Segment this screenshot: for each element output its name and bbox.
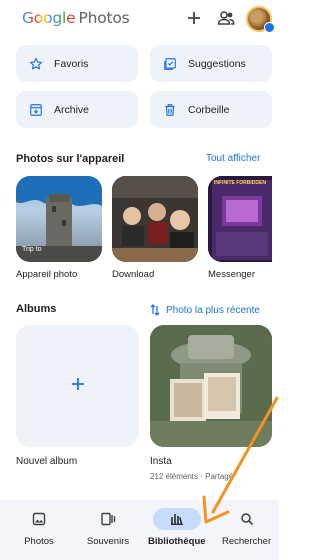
folder-camera-label: Appareil photo <box>16 269 78 280</box>
albums-title: Albums <box>16 303 57 315</box>
insta-album-cover-image <box>150 325 272 447</box>
memories-icon <box>84 508 132 530</box>
messenger-overlay-text: INFINITE FORBIDDEN <box>214 180 266 186</box>
folder-messenger-label: Messenger <box>208 269 255 280</box>
logo-google: Google <box>22 9 76 27</box>
people-icon[interactable] <box>216 8 236 28</box>
search-icon <box>227 508 267 530</box>
nav-search[interactable]: Rechercher <box>222 508 271 547</box>
nav-library-label: Bibliothèque <box>148 536 206 547</box>
folder-download-thumbnail[interactable] <box>112 176 198 262</box>
camera-overlay-text: Trip to <box>22 246 42 253</box>
trash-icon <box>162 102 178 118</box>
archive-button[interactable]: Archive <box>16 91 138 128</box>
library-icon <box>152 508 201 530</box>
nav-photos-label: Photos <box>24 536 54 547</box>
avatar-badge-icon <box>264 22 275 33</box>
star-icon <box>28 56 44 72</box>
archive-label: Archive <box>54 103 90 116</box>
sort-recent-label: Photo la plus récente <box>166 304 260 316</box>
suggestions-button[interactable]: Suggestions <box>150 45 272 82</box>
download-photo-image <box>112 176 198 262</box>
folder-download-label: Download <box>112 269 155 280</box>
google-photos-logo: Google Photos <box>22 9 130 27</box>
insta-album-label: Insta <box>150 456 172 467</box>
nav-library[interactable]: Bibliothèque <box>148 508 206 547</box>
insta-album-card[interactable] <box>150 325 272 447</box>
plus-icon <box>71 377 85 396</box>
nav-memories[interactable]: Souvenirs <box>84 508 132 547</box>
app-header: Google Photos <box>0 0 279 36</box>
new-album-label: Nouvel album <box>16 456 78 467</box>
favorites-label: Favoris <box>54 57 89 70</box>
suggestions-label: Suggestions <box>188 57 246 70</box>
photo-icon <box>15 508 63 530</box>
sort-icon <box>150 304 160 316</box>
archive-icon <box>28 102 44 118</box>
insta-album-subtitle: 212 éléments · Partagé <box>150 472 234 481</box>
nav-memories-label: Souvenirs <box>86 536 130 547</box>
folder-messenger-thumbnail[interactable]: INFINITE FORBIDDEN <box>208 176 272 262</box>
trash-button[interactable]: Corbeille <box>150 91 272 128</box>
device-photos-title: Photos sur l'appareil <box>16 153 125 165</box>
favorites-button[interactable]: Favoris <box>16 45 138 82</box>
messenger-photo-image <box>208 176 272 262</box>
nav-search-label: Rechercher <box>222 536 272 547</box>
annotation-arrow-icon <box>202 396 279 524</box>
plus-icon[interactable] <box>184 8 204 28</box>
see-all-link[interactable]: Tout afficher <box>206 153 260 164</box>
new-album-card[interactable] <box>16 325 139 447</box>
nav-photos[interactable]: Photos <box>15 508 63 547</box>
logo-photos: Photos <box>78 9 130 27</box>
trash-label: Corbeille <box>188 103 230 116</box>
suggestions-icon <box>162 56 178 72</box>
sort-recent-link[interactable]: Photo la plus récente <box>150 304 260 316</box>
folder-camera-thumbnail[interactable]: Trip to <box>16 176 102 262</box>
